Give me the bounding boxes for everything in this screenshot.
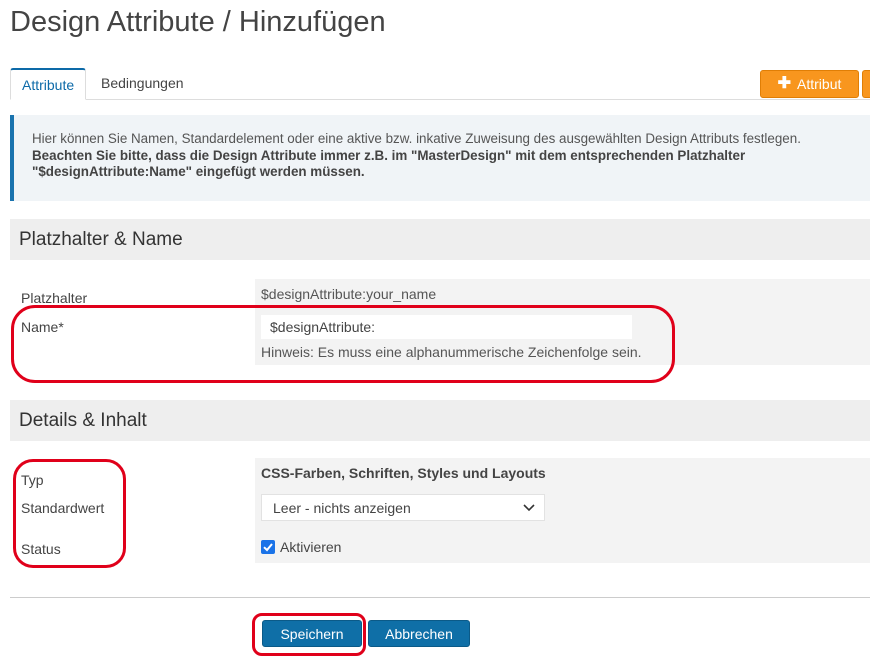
page-title: Design Attribute / Hinzufügen <box>10 6 386 38</box>
plus-icon: ✚ <box>777 75 792 92</box>
placeholder-value: $designAttribute:your_name <box>261 286 437 302</box>
info-notice: Beachten Sie bitte, dass die Design Attr… <box>32 147 746 163</box>
add-attribute-button[interactable]: ✚ Attribut <box>760 70 859 98</box>
tab-attribute[interactable]: Attribute <box>10 68 87 100</box>
add-attribute-label: Attribut <box>797 76 842 92</box>
check-icon <box>263 543 273 552</box>
chevron-down-icon <box>520 503 538 512</box>
annotation-details-labels-highlight <box>13 459 126 568</box>
info-box: Hier können Sie Namen, Standardelement o… <box>10 115 870 201</box>
tab-bedingungen[interactable]: Bedingungen <box>90 68 195 99</box>
section-header-placeholder: Platzhalter & Name <box>10 219 870 260</box>
placeholder-label: Platzhalter <box>21 290 88 306</box>
annotation-save-highlight <box>252 613 366 656</box>
section-header-details: Details & Inhalt <box>10 400 870 441</box>
annotation-name-highlight <box>11 305 675 383</box>
default-value-select[interactable]: Leer - nichts anzeigen <box>261 494 545 521</box>
status-checkbox[interactable] <box>261 540 275 554</box>
tabs-divider <box>10 99 870 100</box>
status-checkbox-label[interactable]: Aktivieren <box>280 539 341 555</box>
divider <box>10 597 870 598</box>
type-value: CSS-Farben, Schriften, Styles und Layout… <box>261 465 546 481</box>
info-notice-cont: "$designAttribute:Name" eingefügt werden… <box>32 164 365 179</box>
default-value-selected: Leer - nichts anzeigen <box>273 499 411 516</box>
cancel-button[interactable]: Abbrechen <box>368 620 470 647</box>
toolbar-next-button[interactable] <box>862 70 870 98</box>
info-text: Hier können Sie Namen, Standardelement o… <box>32 131 801 146</box>
